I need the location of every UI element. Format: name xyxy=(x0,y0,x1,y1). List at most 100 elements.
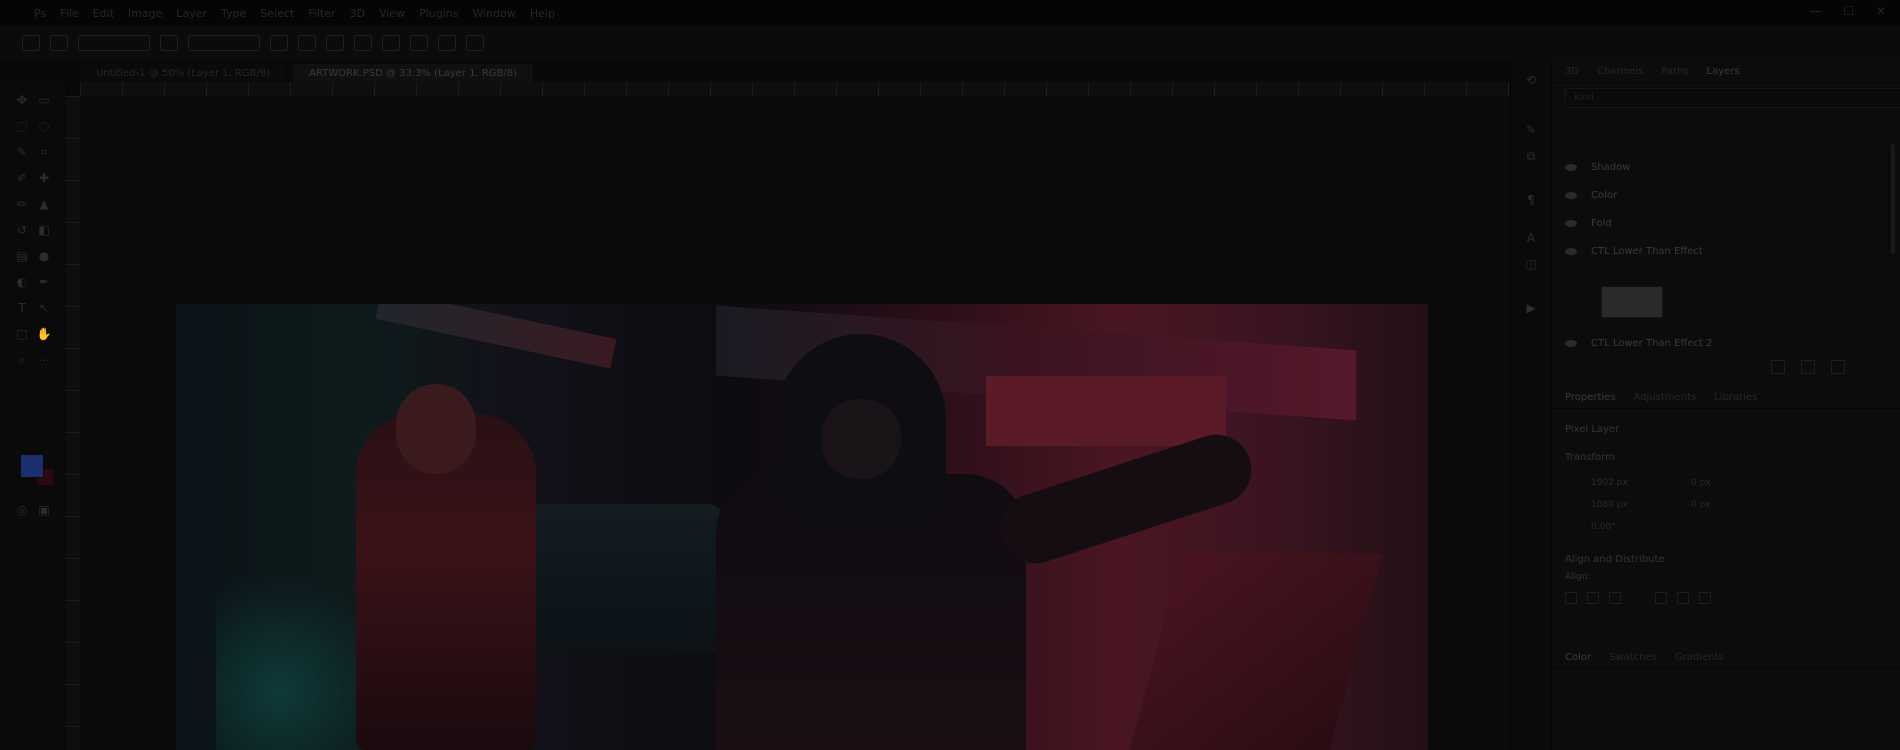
healing-tool-icon[interactable]: ✚ xyxy=(36,170,52,186)
visibility-eye-icon[interactable] xyxy=(1565,219,1577,227)
foreground-color-swatch[interactable] xyxy=(20,454,44,478)
transform-section-label[interactable]: Transform xyxy=(1565,452,1615,463)
document-tab[interactable]: Untitled-1 @ 50% (Layer 1, RGB/8) xyxy=(80,64,288,82)
dodge-tool-icon[interactable]: ◐ xyxy=(14,274,30,290)
menu-window[interactable]: Window xyxy=(472,7,515,20)
option-button-7[interactable] xyxy=(410,35,428,51)
history-panel-icon[interactable]: ⟲ xyxy=(1523,72,1539,88)
option-button-4[interactable] xyxy=(326,35,344,51)
quick-mask-icon[interactable]: ◎ xyxy=(14,502,30,518)
align-section-label[interactable]: Align and Distribute xyxy=(1565,554,1665,565)
new-layer-icon[interactable] xyxy=(1801,360,1815,374)
tab-3d[interactable]: 3D xyxy=(1565,66,1579,77)
menu-select[interactable]: Select xyxy=(260,7,294,20)
tab-libraries[interactable]: Libraries xyxy=(1714,392,1757,403)
height-field[interactable]: 1080 px xyxy=(1591,500,1628,510)
minimize-button[interactable]: — xyxy=(1809,4,1821,18)
brush-tool-icon[interactable]: ✏ xyxy=(14,196,30,212)
delete-layer-icon[interactable] xyxy=(1831,360,1845,374)
visibility-eye-icon[interactable] xyxy=(1565,163,1577,171)
preset-dropdown[interactable] xyxy=(78,35,150,51)
angle-field[interactable]: 0.00° xyxy=(1591,522,1616,532)
layer-filter-input[interactable]: Kind xyxy=(1565,88,1900,108)
tab-swatches[interactable]: Swatches xyxy=(1609,652,1657,663)
menu-filter[interactable]: Filter xyxy=(308,7,335,20)
width-field[interactable]: 1902 px xyxy=(1591,478,1628,488)
character-panel-icon[interactable]: A xyxy=(1523,230,1539,246)
option-button-3[interactable] xyxy=(298,35,316,51)
layer-thumbnail[interactable] xyxy=(1601,286,1663,318)
canvas-area[interactable] xyxy=(80,96,1510,750)
option-button-6[interactable] xyxy=(382,35,400,51)
tab-color[interactable]: Color xyxy=(1565,652,1591,663)
align-bottom-icon[interactable] xyxy=(1699,592,1711,604)
layers-scrollbar[interactable] xyxy=(1891,144,1895,254)
menu-view[interactable]: View xyxy=(379,7,405,20)
option-button-2[interactable] xyxy=(270,35,288,51)
quick-select-tool-icon[interactable]: ✎ xyxy=(14,144,30,160)
option-button-9[interactable] xyxy=(466,35,484,51)
screen-mode-icon[interactable]: ▣ xyxy=(36,502,52,518)
option-button-1[interactable] xyxy=(160,35,178,51)
y-field[interactable]: 0 px xyxy=(1691,500,1711,510)
new-group-icon[interactable] xyxy=(1771,360,1785,374)
align-middle-icon[interactable] xyxy=(1677,592,1689,604)
visibility-eye-icon[interactable] xyxy=(1565,339,1577,347)
stamp-tool-icon[interactable]: ▲ xyxy=(36,196,52,212)
clone-source-icon[interactable]: ⧉ xyxy=(1523,148,1539,164)
tab-paths[interactable]: Paths xyxy=(1661,66,1688,77)
align-top-icon[interactable] xyxy=(1655,592,1667,604)
history-brush-tool-icon[interactable]: ↺ xyxy=(14,222,30,238)
glyphs-panel-icon[interactable]: ◫ xyxy=(1523,256,1539,272)
zoom-tool-icon[interactable]: ⌕ xyxy=(14,352,30,368)
vertical-ruler[interactable] xyxy=(66,96,81,750)
layer-row[interactable]: Color xyxy=(1565,184,1885,206)
document-artwork[interactable] xyxy=(176,304,1428,750)
tab-layers[interactable]: Layers xyxy=(1707,66,1740,77)
move-tool-icon[interactable]: ✥ xyxy=(14,92,30,108)
actions-panel-icon[interactable]: ▶ xyxy=(1523,300,1539,316)
layer-row[interactable]: Fold xyxy=(1565,212,1885,234)
tab-channels[interactable]: Channels xyxy=(1597,66,1643,77)
tool-preset-icon[interactable] xyxy=(50,35,68,51)
path-select-tool-icon[interactable]: ↖ xyxy=(36,300,52,316)
tab-properties[interactable]: Properties xyxy=(1565,392,1616,403)
close-button[interactable]: ✕ xyxy=(1876,4,1886,18)
document-tab-active[interactable]: ARTWORK.PSD @ 33.3% (Layer 1, RGB/8) xyxy=(293,64,535,82)
layer-row[interactable]: Shadow xyxy=(1565,156,1885,178)
menu-file[interactable]: File xyxy=(60,7,78,20)
crop-tool-icon[interactable]: ⌗ xyxy=(36,144,52,160)
eraser-tool-icon[interactable]: ◧ xyxy=(36,222,52,238)
hand-tool-icon[interactable]: ✋ xyxy=(36,326,52,342)
menu-edit[interactable]: Edit xyxy=(93,7,114,20)
tab-adjustments[interactable]: Adjustments xyxy=(1634,392,1697,403)
x-field[interactable]: 0 px xyxy=(1691,478,1711,488)
visibility-eye-icon[interactable] xyxy=(1565,247,1577,255)
blur-tool-icon[interactable]: ● xyxy=(36,248,52,264)
maximize-button[interactable]: ☐ xyxy=(1843,4,1854,18)
paragraph-panel-icon[interactable]: ¶ xyxy=(1523,192,1539,208)
brush-settings-icon[interactable]: ✎ xyxy=(1523,122,1539,138)
menu-image[interactable]: Image xyxy=(128,7,162,20)
layer-row[interactable]: CTL Lower Than Effect xyxy=(1565,240,1885,262)
visibility-eye-icon[interactable] xyxy=(1565,191,1577,199)
layer-row[interactable]: CTL Lower Than Effect 2 xyxy=(1565,332,1885,354)
eyedropper-tool-icon[interactable]: ✐ xyxy=(14,170,30,186)
option-dropdown[interactable] xyxy=(188,35,260,51)
menu-plugins[interactable]: Plugins xyxy=(419,7,458,20)
lasso-tool-icon[interactable]: ◌ xyxy=(36,118,52,134)
align-left-icon[interactable] xyxy=(1565,592,1577,604)
marquee-tool-icon[interactable]: ⬚ xyxy=(14,118,30,134)
menu-help[interactable]: Help xyxy=(530,7,555,20)
home-icon[interactable] xyxy=(22,35,40,51)
type-tool-icon[interactable]: T xyxy=(14,300,30,316)
horizontal-ruler[interactable] xyxy=(80,82,1510,97)
tab-gradients[interactable]: Gradients xyxy=(1675,652,1724,663)
align-center-icon[interactable] xyxy=(1587,592,1599,604)
artboard-tool-icon[interactable]: ▭ xyxy=(36,92,52,108)
gradient-tool-icon[interactable]: ▤ xyxy=(14,248,30,264)
option-button-5[interactable] xyxy=(354,35,372,51)
shape-tool-icon[interactable]: □ xyxy=(14,326,30,342)
menu-3d[interactable]: 3D xyxy=(349,7,364,20)
more-tools-icon[interactable]: ⋯ xyxy=(36,352,52,368)
